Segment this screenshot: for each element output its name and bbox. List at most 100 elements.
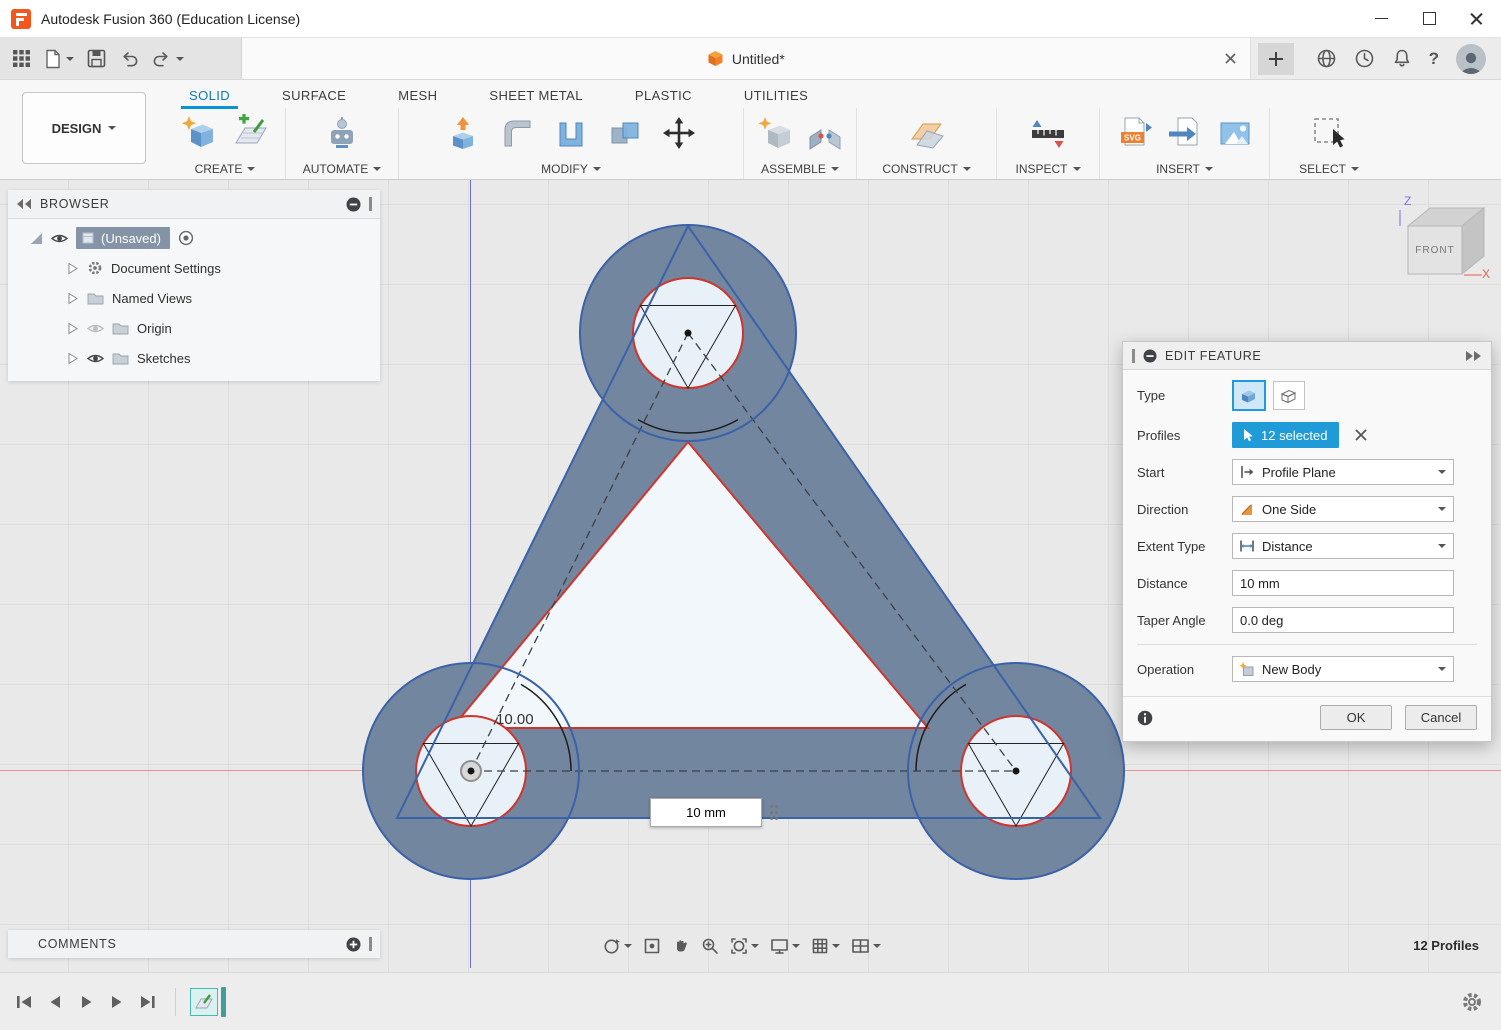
construction-plane-icon[interactable] <box>908 114 946 152</box>
tab-plastic[interactable]: PLASTIC <box>632 88 695 103</box>
comments-resize-grip[interactable] <box>369 937 372 951</box>
create-sketch-icon[interactable] <box>232 114 270 152</box>
cancel-button[interactable]: Cancel <box>1405 705 1477 730</box>
app-grid-icon[interactable] <box>12 49 31 68</box>
expander-icon[interactable] <box>66 322 79 335</box>
file-menu-button[interactable] <box>44 49 74 69</box>
visibility-eye-icon[interactable] <box>87 352 104 365</box>
timeline-position-marker[interactable] <box>221 987 226 1017</box>
expander-icon[interactable] <box>66 262 79 275</box>
taper-angle-input[interactable] <box>1232 607 1454 633</box>
new-tab-button[interactable] <box>1258 43 1294 75</box>
workspace-switcher[interactable]: DESIGN <box>22 92 146 164</box>
insert-menu-button[interactable]: INSERT <box>1100 158 1269 179</box>
timeline-go-to-end-button[interactable] <box>134 989 161 1015</box>
expander-icon[interactable] <box>66 352 79 365</box>
display-settings-button[interactable] <box>766 932 804 960</box>
browser-resize-grip[interactable] <box>369 197 372 211</box>
fit-button[interactable] <box>726 932 763 960</box>
zoom-button[interactable] <box>697 932 723 960</box>
timeline-step-back-button[interactable] <box>41 989 68 1015</box>
create-menu-button[interactable]: CREATE <box>165 158 285 179</box>
notifications-bell-icon[interactable] <box>1392 48 1412 69</box>
profiles-selected-button[interactable]: 12 selected <box>1232 422 1339 448</box>
distance-manipulator-input[interactable] <box>650 798 762 827</box>
browser-item-document-settings[interactable]: Document Settings <box>16 253 372 283</box>
operation-dropdown[interactable]: New Body <box>1232 656 1454 682</box>
timeline-sketch-feature[interactable] <box>190 988 218 1016</box>
look-at-button[interactable] <box>639 932 665 960</box>
close-tab-icon[interactable] <box>1225 53 1236 64</box>
viewcube[interactable]: FRONT Z X <box>1390 192 1494 292</box>
browser-collapse-all-icon[interactable] <box>346 197 361 212</box>
canvas-image-icon[interactable] <box>1217 115 1253 151</box>
add-comment-icon[interactable] <box>346 937 361 952</box>
redo-button[interactable] <box>152 49 184 69</box>
tab-solid[interactable]: SOLID <box>186 88 233 103</box>
viewcube-face-label[interactable]: FRONT <box>1415 245 1454 256</box>
tab-surface[interactable]: SURFACE <box>279 88 349 103</box>
measure-icon[interactable] <box>1029 114 1067 152</box>
ok-button[interactable]: OK <box>1320 705 1392 730</box>
shell-icon[interactable] <box>553 115 589 151</box>
fillet-icon[interactable] <box>499 115 535 151</box>
joint-icon[interactable] <box>807 115 843 151</box>
automate-icon[interactable] <box>323 114 361 152</box>
help-icon[interactable]: ? <box>1429 49 1439 69</box>
direction-dropdown[interactable]: One Side <box>1232 496 1454 522</box>
avatar[interactable] <box>1456 44 1486 74</box>
grid-snap-button[interactable] <box>807 932 844 960</box>
browser-item-origin[interactable]: Origin <box>16 313 372 343</box>
distance-input[interactable] <box>1232 570 1454 596</box>
extrude-thin-type-button[interactable] <box>1273 381 1305 410</box>
extrude-solid-type-button[interactable] <box>1232 380 1266 411</box>
visibility-eye-icon[interactable] <box>51 232 68 245</box>
undo-icon[interactable] <box>119 49 139 69</box>
timeline-go-to-start-button[interactable] <box>10 989 37 1015</box>
clear-profiles-icon[interactable] <box>1355 429 1367 441</box>
globe-icon[interactable] <box>1316 48 1337 69</box>
browser-root-item[interactable]: (Unsaved) <box>16 223 372 253</box>
minimize-button[interactable] <box>1357 0 1405 37</box>
collapse-browser-icon[interactable] <box>16 198 32 210</box>
dialog-collapse-icon[interactable] <box>1143 349 1157 363</box>
move-copy-icon[interactable] <box>661 115 697 151</box>
timeline-step-forward-button[interactable] <box>103 989 130 1015</box>
job-status-clock-icon[interactable] <box>1354 48 1375 69</box>
save-icon[interactable] <box>87 49 106 68</box>
construct-menu-button[interactable]: CONSTRUCT <box>857 158 996 179</box>
maximize-button[interactable] <box>1405 0 1453 37</box>
select-menu-button[interactable]: SELECT <box>1270 158 1388 179</box>
manipulator-drag-handle-icon[interactable] <box>769 804 779 822</box>
inspect-menu-button[interactable]: INSPECT <box>997 158 1099 179</box>
browser-item-sketches[interactable]: Sketches <box>16 343 372 373</box>
insert-svg-icon[interactable]: SVG <box>1117 115 1153 151</box>
activate-component-icon[interactable] <box>178 230 194 246</box>
orbit-button[interactable] <box>598 932 636 960</box>
dialog-header[interactable]: EDIT FEATURE <box>1123 342 1491 370</box>
dialog-grip[interactable] <box>1132 349 1135 363</box>
dialog-detach-icon[interactable] <box>1465 350 1482 362</box>
pan-button[interactable] <box>668 932 694 960</box>
combine-icon[interactable] <box>607 115 643 151</box>
start-dropdown[interactable]: Profile Plane <box>1232 459 1454 485</box>
info-icon[interactable] <box>1137 710 1153 726</box>
browser-item-named-views[interactable]: Named Views <box>16 283 372 313</box>
press-pull-icon[interactable] <box>445 115 481 151</box>
tab-utilities[interactable]: UTILITIES <box>741 88 811 103</box>
document-tab[interactable]: Untitled* <box>242 38 1251 79</box>
automate-menu-button[interactable]: AUTOMATE <box>286 158 398 179</box>
visibility-off-eye-icon[interactable] <box>87 322 104 335</box>
expander-icon[interactable] <box>66 292 79 305</box>
extent-type-dropdown[interactable]: Distance <box>1232 533 1454 559</box>
timeline-play-button[interactable] <box>72 989 99 1015</box>
timeline-settings-gear-icon[interactable] <box>1461 991 1483 1013</box>
viewports-button[interactable] <box>847 932 885 960</box>
tab-sheet-metal[interactable]: SHEET METAL <box>486 88 586 103</box>
assemble-menu-button[interactable]: ASSEMBLE <box>744 158 856 179</box>
new-component-icon[interactable] <box>757 115 793 151</box>
insert-derive-icon[interactable] <box>1167 115 1203 151</box>
close-button[interactable] <box>1453 0 1501 37</box>
modify-menu-button[interactable]: MODIFY <box>399 158 743 179</box>
tab-mesh[interactable]: MESH <box>395 88 440 103</box>
